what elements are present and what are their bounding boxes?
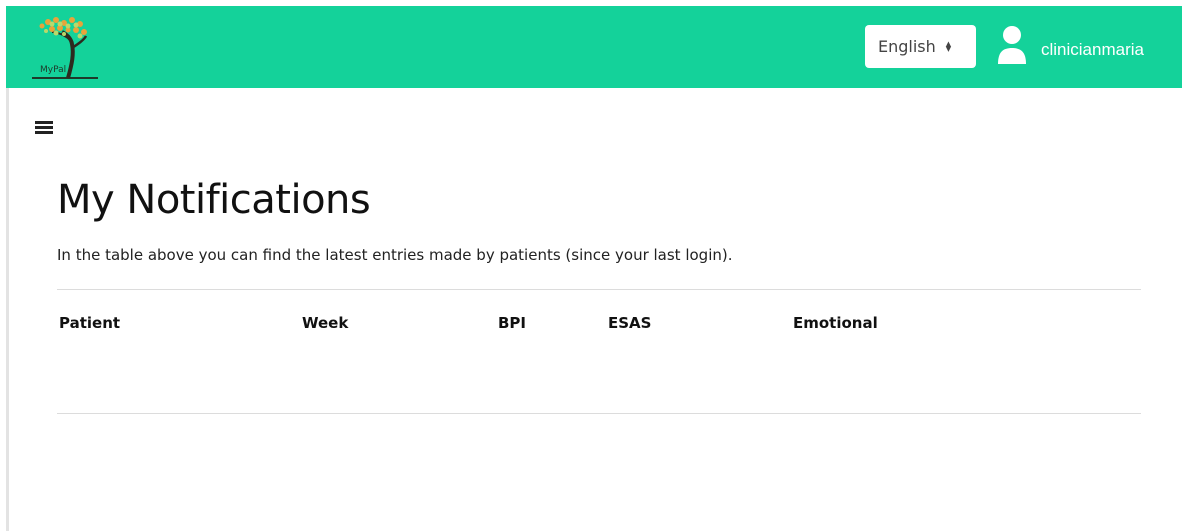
page-title: My Notifications bbox=[57, 177, 371, 223]
user-avatar-icon[interactable] bbox=[995, 24, 1029, 66]
logo-text: MyPal bbox=[40, 65, 67, 75]
sidebar-edge bbox=[6, 88, 9, 531]
column-header-emotional: Emotional bbox=[793, 314, 878, 332]
column-header-bpi: BPI bbox=[498, 314, 527, 332]
hamburger-menu-icon[interactable] bbox=[35, 121, 53, 134]
page-description: In the table above you can find the late… bbox=[57, 246, 733, 264]
language-select-value: English bbox=[878, 37, 936, 56]
page: MyPal English ▲ ▼ clinicianmaria My Notif… bbox=[0, 0, 1182, 531]
select-arrows-icon: ▲ ▼ bbox=[945, 39, 952, 53]
language-select[interactable]: English ▲ ▼ bbox=[865, 25, 976, 68]
table-top-border bbox=[57, 289, 1141, 290]
mypal-logo[interactable]: MyPal bbox=[28, 14, 108, 80]
user-name-link[interactable]: clinicianmaria bbox=[1041, 40, 1144, 60]
column-header-week: Week bbox=[302, 314, 349, 332]
column-header-patient: Patient bbox=[59, 314, 121, 332]
table-bottom-border bbox=[57, 413, 1141, 414]
top-navbar: MyPal English ▲ ▼ clinicianmaria bbox=[6, 6, 1182, 88]
column-header-esas: ESAS bbox=[608, 314, 652, 332]
